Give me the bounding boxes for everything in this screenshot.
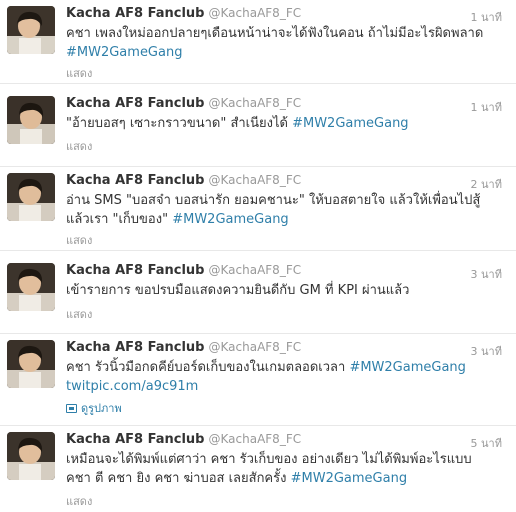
expand-link[interactable]: แสดง [66, 231, 92, 249]
avatar[interactable] [7, 173, 55, 221]
tweet-header: Kacha AF8 Fanclub @KachaAF8_FC [66, 96, 301, 111]
tweet-body: เหมือนจะได้พิมพ์แต่ศาว่า คชา รัวเก็บของ … [66, 452, 472, 486]
author-fullname[interactable]: Kacha AF8 Fanclub [66, 263, 205, 278]
author-screenname[interactable]: @KachaAF8_FC [209, 340, 302, 354]
tweet-header: Kacha AF8 Fanclub @KachaAF8_FC [66, 340, 301, 355]
tweet-header: Kacha AF8 Fanclub @KachaAF8_FC [66, 432, 301, 447]
tweet-item[interactable]: Kacha AF8 Fanclub @KachaAF8_FC 3 นาที เข้… [0, 257, 516, 334]
profile-photo-icon [7, 96, 55, 144]
expand-link[interactable]: แสดง [66, 492, 92, 510]
photo-icon [66, 403, 77, 413]
tweet-item[interactable]: Kacha AF8 Fanclub @KachaAF8_FC 1 นาที "อ้… [0, 90, 516, 167]
expand-link[interactable]: แสดง [66, 137, 92, 155]
tweet-text: "อ้ายบอสๆ เซาะกราวขนาด" สำเนียงได้ #MW2G… [66, 114, 494, 133]
hashtag-link[interactable]: #MW2GameGang [66, 45, 182, 60]
profile-photo-icon [7, 6, 55, 54]
expand-link[interactable]: แสดง [66, 64, 92, 82]
author-screenname[interactable]: @KachaAF8_FC [209, 6, 302, 20]
tweet-text: อ่าน SMS "บอสจ๋า บอสน่ารัก ยอมคชานะ" ให้… [66, 191, 494, 229]
avatar[interactable] [7, 6, 55, 54]
author-fullname[interactable]: Kacha AF8 Fanclub [66, 96, 205, 111]
author-screenname[interactable]: @KachaAF8_FC [209, 173, 302, 187]
tweet-body: เข้ารายการ ขอปรบมือแสดงความยินดีกับ GM ท… [66, 283, 410, 298]
author-fullname[interactable]: Kacha AF8 Fanclub [66, 340, 205, 355]
avatar[interactable] [7, 96, 55, 144]
tweet-text: คชา เพลงใหม่ออกปลายๆเดือนหน้าน่าจะได้ฟัง… [66, 24, 494, 62]
tweet-text: เข้ารายการ ขอปรบมือแสดงความยินดีกับ GM ท… [66, 281, 494, 300]
tweet-text: คชา รัวนิ้วมือกดคีย์บอร์ดเก็บของในเกมตลอ… [66, 358, 494, 396]
hashtag-link[interactable]: #MW2GameGang [292, 116, 408, 131]
tweet-text: เหมือนจะได้พิมพ์แต่ศาว่า คชา รัวเก็บของ … [66, 450, 494, 488]
tweet-item[interactable]: Kacha AF8 Fanclub @KachaAF8_FC 1 นาที คชา… [0, 0, 516, 84]
author-screenname[interactable]: @KachaAF8_FC [209, 432, 302, 446]
tweet-feed: Kacha AF8 Fanclub @KachaAF8_FC 1 นาที คชา… [0, 0, 516, 512]
tweet-item[interactable]: Kacha AF8 Fanclub @KachaAF8_FC 2 นาที อ่า… [0, 167, 516, 251]
tweet-item[interactable]: Kacha AF8 Fanclub @KachaAF8_FC 3 นาที คชา… [0, 334, 516, 426]
tweet-header: Kacha AF8 Fanclub @KachaAF8_FC [66, 6, 301, 21]
avatar[interactable] [7, 432, 55, 480]
author-screenname[interactable]: @KachaAF8_FC [209, 96, 302, 110]
profile-photo-icon [7, 340, 55, 388]
author-screenname[interactable]: @KachaAF8_FC [209, 263, 302, 277]
author-fullname[interactable]: Kacha AF8 Fanclub [66, 173, 205, 188]
hashtag-link[interactable]: #MW2GameGang [291, 471, 407, 486]
avatar[interactable] [7, 263, 55, 311]
tweet-header: Kacha AF8 Fanclub @KachaAF8_FC [66, 173, 301, 188]
profile-photo-icon [7, 263, 55, 311]
view-photo-label: ดูรูปภาพ [81, 402, 122, 415]
tweet-header: Kacha AF8 Fanclub @KachaAF8_FC [66, 263, 301, 278]
author-fullname[interactable]: Kacha AF8 Fanclub [66, 432, 205, 447]
profile-photo-icon [7, 432, 55, 480]
twitpic-link[interactable]: twitpic.com/a9c91m [66, 379, 198, 394]
author-fullname[interactable]: Kacha AF8 Fanclub [66, 6, 205, 21]
tweet-item[interactable]: Kacha AF8 Fanclub @KachaAF8_FC 5 นาที เหม… [0, 426, 516, 512]
hashtag-link[interactable]: #MW2GameGang [349, 360, 465, 375]
expand-link[interactable]: แสดง [66, 305, 92, 323]
avatar[interactable] [7, 340, 55, 388]
view-photo-link[interactable]: ดูรูปภาพ [66, 399, 122, 417]
tweet-body: คชา เพลงใหม่ออกปลายๆเดือนหน้าน่าจะได้ฟัง… [66, 26, 484, 41]
tweet-body: คชา รัวนิ้วมือกดคีย์บอร์ดเก็บของในเกมตลอ… [66, 360, 346, 375]
hashtag-link[interactable]: #MW2GameGang [172, 212, 288, 227]
tweet-body: "อ้ายบอสๆ เซาะกราวขนาด" สำเนียงได้ [66, 116, 288, 131]
profile-photo-icon [7, 173, 55, 221]
